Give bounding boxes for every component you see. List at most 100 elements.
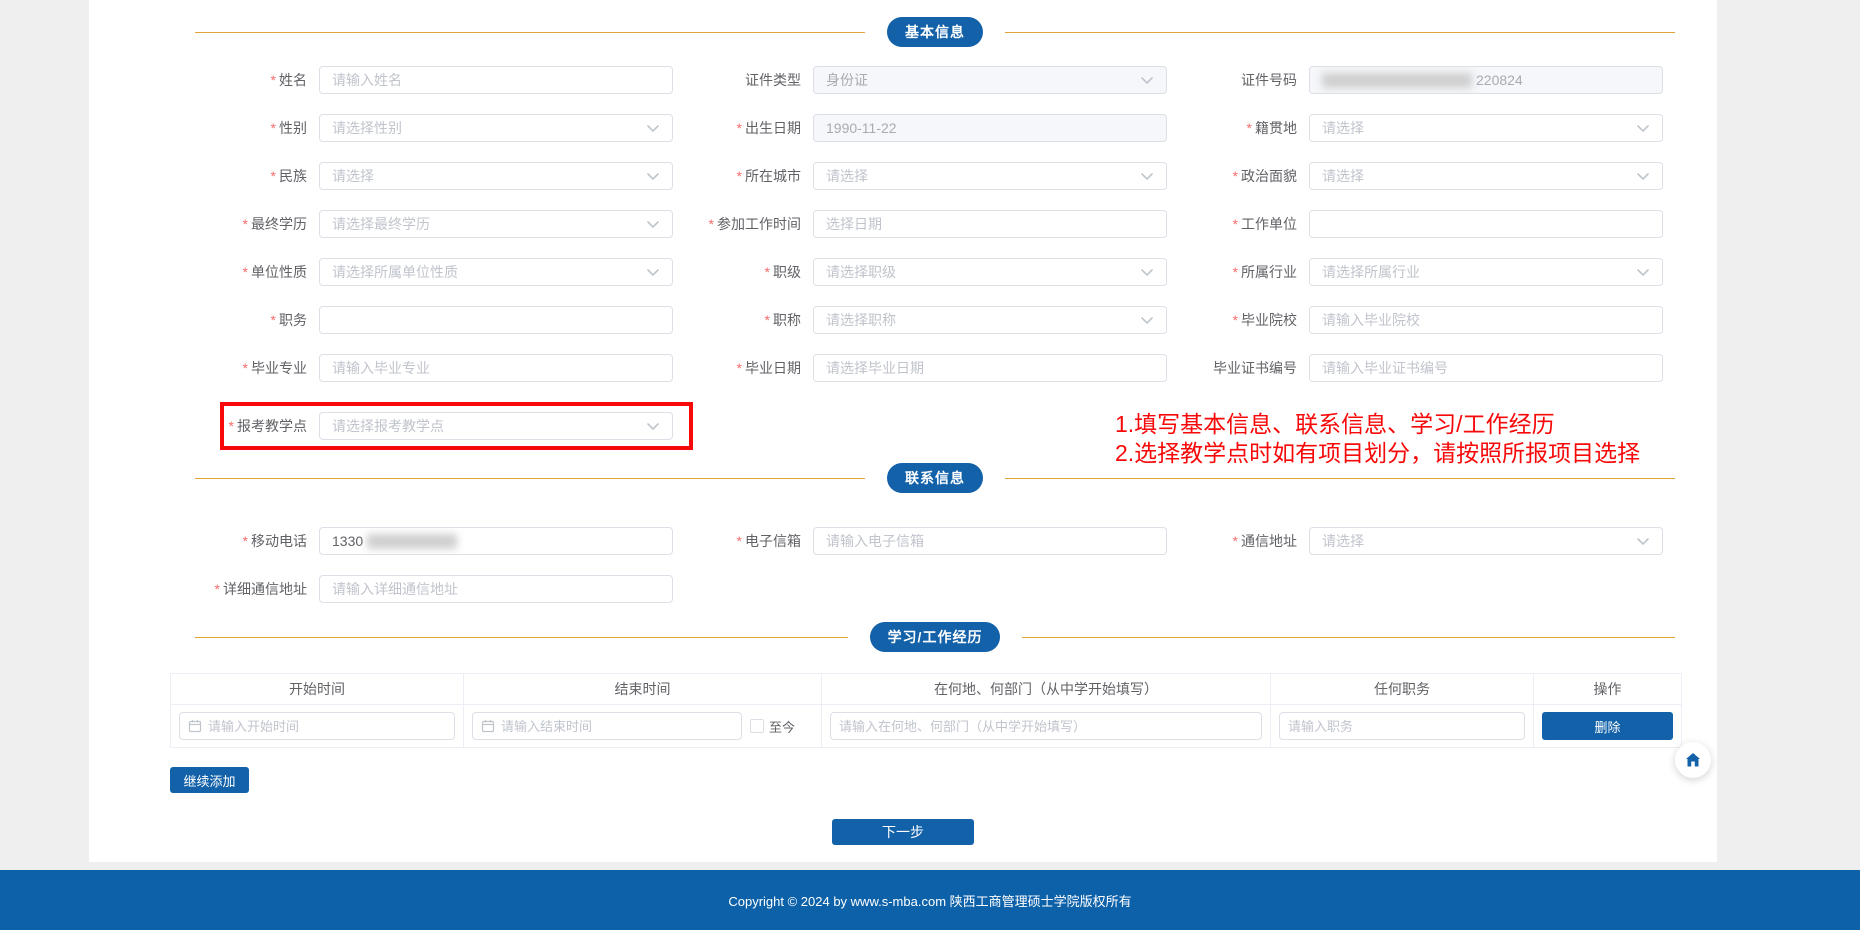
field-name: *姓名	[149, 66, 673, 94]
field-label: 职级	[773, 264, 801, 280]
employer-type-select[interactable]: 请选择所属单位性质	[319, 258, 673, 286]
grad-school-input[interactable]	[1309, 306, 1663, 334]
chevron-down-icon	[1140, 170, 1154, 183]
calendar-icon	[481, 719, 495, 733]
field-label: 毕业专业	[251, 360, 307, 376]
col-header-place: 在何地、何部门（从中学开始填写）	[822, 674, 1271, 705]
copyright-text: Copyright © 2024 by www.s-mba.com 陕西工商管理…	[728, 891, 1131, 910]
field-grad-school: *毕业院校	[1167, 306, 1663, 334]
field-label: 职务	[279, 312, 307, 328]
field-label: 移动电话	[251, 533, 307, 549]
postal-address-select[interactable]: 请选择	[1309, 527, 1663, 555]
section-divider-basic: 基本信息	[195, 18, 1675, 46]
field-political-status: *政治面貌 请选择	[1167, 162, 1663, 190]
field-native-place: *籍贯地 请选择	[1167, 114, 1663, 142]
chevron-down-icon	[646, 266, 660, 279]
field-label: 民族	[279, 168, 307, 184]
annotation-text: 1.填写基本信息、联系信息、学习/工作经历 2.选择教学点时如有项目划分，请按照…	[1115, 410, 1640, 468]
until-now-checkbox[interactable]	[750, 719, 764, 733]
field-id-type: *证件类型 身份证	[673, 66, 1167, 94]
delete-row-button[interactable]: 删除	[1542, 712, 1673, 740]
field-employer-type: *单位性质 请选择所属单位性质	[149, 258, 673, 286]
duty-input-wrap[interactable]	[1279, 712, 1525, 740]
home-button[interactable]	[1675, 742, 1711, 778]
col-header-action: 操作	[1534, 674, 1682, 705]
field-label: 所属行业	[1241, 264, 1297, 280]
redacted-value	[1322, 73, 1472, 88]
place-input[interactable]	[839, 719, 1253, 734]
until-now-label: 至今	[769, 717, 795, 736]
work-start-date-input[interactable]	[813, 210, 1167, 238]
chevron-down-icon	[646, 420, 660, 433]
field-postal-address: *通信地址 请选择	[1167, 527, 1663, 555]
chevron-down-icon	[1140, 266, 1154, 279]
basic-info-form: *姓名 *证件类型 身份证 *证件号码 220824 *性别	[149, 66, 1717, 450]
id-type-select: 身份证	[813, 66, 1167, 94]
education-select[interactable]: 请选择最终学历	[319, 210, 673, 238]
detail-address-input[interactable]	[319, 575, 673, 603]
position-input[interactable]	[319, 306, 673, 334]
industry-select[interactable]: 请选择所属行业	[1309, 258, 1663, 286]
major-input[interactable]	[319, 354, 673, 382]
field-industry: *所属行业 请选择所属行业	[1167, 258, 1663, 286]
table-cell-start-time	[171, 705, 464, 748]
field-label: 报考教学点	[237, 418, 307, 434]
field-major: *毕业专业	[149, 354, 673, 382]
field-label: 参加工作时间	[717, 216, 801, 232]
grad-date-input[interactable]	[813, 354, 1167, 382]
section-divider-contact: 联系信息	[195, 464, 1675, 492]
start-time-input[interactable]	[208, 719, 446, 734]
field-label: 所在城市	[745, 168, 801, 184]
end-time-picker[interactable]	[472, 712, 742, 740]
table-cell-duty	[1271, 705, 1534, 748]
field-label: 证件类型	[745, 72, 801, 88]
chevron-down-icon	[1636, 122, 1650, 135]
home-icon	[1684, 751, 1702, 769]
place-input-wrap[interactable]	[830, 712, 1262, 740]
page-footer: Copyright © 2024 by www.s-mba.com 陕西工商管理…	[0, 870, 1860, 930]
required-mark: *	[271, 72, 276, 88]
employer-input[interactable]	[1309, 210, 1663, 238]
field-cert-no: *毕业证书编号	[1167, 354, 1663, 382]
field-label: 籍贯地	[1255, 120, 1297, 136]
annotation-line-1: 1.填写基本信息、联系信息、学习/工作经历	[1115, 410, 1640, 439]
chevron-down-icon	[646, 170, 660, 183]
next-step-button[interactable]: 下一步	[832, 819, 974, 845]
end-time-input[interactable]	[501, 719, 733, 734]
experience-table: 开始时间 结束时间 在何地、何部门（从中学开始填写） 任何职务 操作 至今	[170, 673, 1682, 748]
duty-input[interactable]	[1288, 719, 1516, 734]
name-input[interactable]	[319, 66, 673, 94]
field-label: 通信地址	[1241, 533, 1297, 549]
id-number-value: 220824	[1309, 66, 1663, 94]
email-input[interactable]	[813, 527, 1167, 555]
col-header-duty: 任何职务	[1271, 674, 1534, 705]
prof-title-select[interactable]: 请选择职称	[813, 306, 1167, 334]
section-badge-contact: 联系信息	[887, 463, 983, 493]
mobile-input[interactable]: 1330	[319, 527, 673, 555]
city-select[interactable]: 请选择	[813, 162, 1167, 190]
field-teaching-site: *报考教学点 请选择报考教学点	[224, 412, 673, 440]
section-divider-experience: 学习/工作经历	[195, 623, 1675, 651]
start-time-picker[interactable]	[179, 712, 455, 740]
field-rank: *职级 请选择职级	[673, 258, 1167, 286]
teaching-site-select[interactable]: 请选择报考教学点	[319, 412, 673, 440]
ethnicity-select[interactable]: 请选择	[319, 162, 673, 190]
calendar-icon	[188, 719, 202, 733]
native-place-select[interactable]: 请选择	[1309, 114, 1663, 142]
gender-select[interactable]: 请选择性别	[319, 114, 673, 142]
contact-info-form: *移动电话 1330 *电子信箱 *通信地址 请选择 *详细通信地址	[149, 527, 1717, 603]
until-now-option[interactable]: 至今	[750, 717, 795, 736]
field-city: *所在城市 请选择	[673, 162, 1167, 190]
cert-no-input[interactable]	[1309, 354, 1663, 382]
add-more-button[interactable]: 继续添加	[170, 767, 249, 793]
field-work-start: *参加工作时间	[673, 210, 1167, 238]
field-label: 出生日期	[745, 120, 801, 136]
chevron-down-icon	[646, 218, 660, 231]
chevron-down-icon	[646, 122, 660, 135]
chevron-down-icon	[1636, 266, 1650, 279]
field-birth-date: *出生日期 1990-11-22	[673, 114, 1167, 142]
col-header-start-time: 开始时间	[171, 674, 464, 705]
field-label: 毕业日期	[745, 360, 801, 376]
political-status-select[interactable]: 请选择	[1309, 162, 1663, 190]
rank-select[interactable]: 请选择职级	[813, 258, 1167, 286]
